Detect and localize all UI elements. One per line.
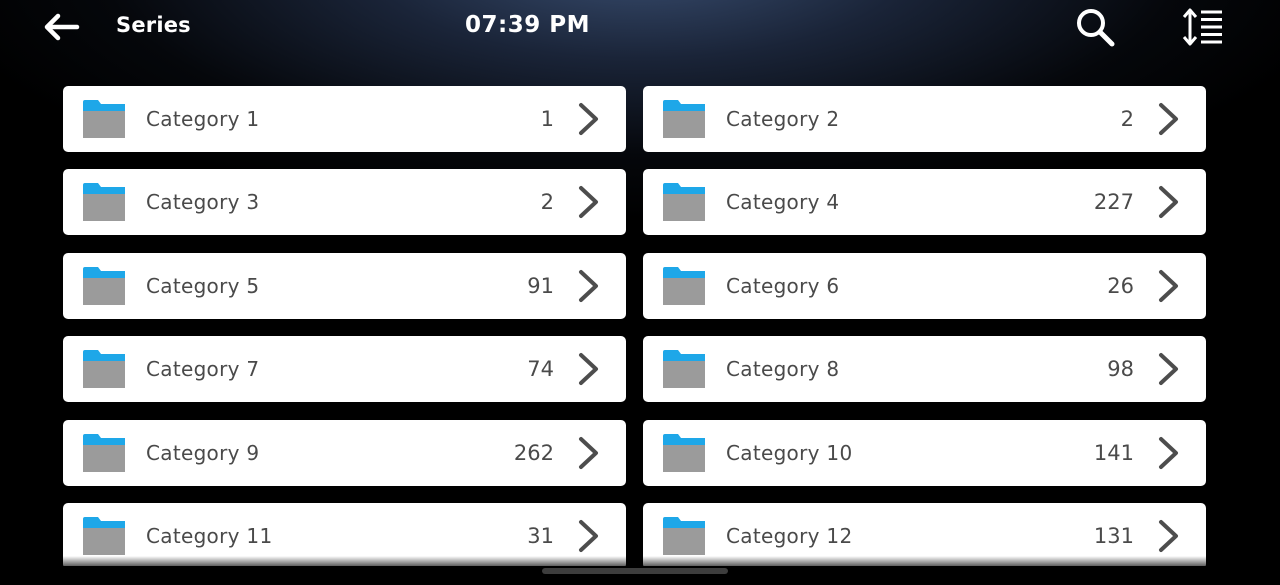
category-tile[interactable]: Category 5 91 [63, 253, 626, 319]
category-label: Category 6 [726, 274, 840, 298]
search-icon [1077, 9, 1115, 47]
folder-icon [83, 434, 125, 472]
folder-icon [83, 517, 125, 555]
category-label: Category 7 [146, 357, 260, 381]
category-tile[interactable]: Category 4 227 [643, 169, 1206, 235]
category-label: Category 3 [146, 190, 260, 214]
chevron-right-icon [1159, 437, 1178, 469]
scroll-indicator[interactable] [542, 568, 728, 574]
top-bar: Series 07:39 PM [0, 0, 1280, 56]
folder-icon [663, 517, 705, 555]
category-count: 141 [1093, 441, 1134, 465]
category-label: Category 2 [726, 107, 840, 131]
category-tile[interactable]: Category 2 2 [643, 86, 1206, 152]
category-count: 262 [513, 441, 554, 465]
category-count: 1 [540, 107, 554, 131]
chevron-right-icon [1159, 270, 1178, 302]
category-count: 2 [1120, 107, 1134, 131]
category-tile[interactable]: Category 7 74 [63, 336, 626, 402]
page-title: Series [116, 13, 191, 37]
series-screen: Series 07:39 PM Category 1 1 Category 2 … [0, 0, 1280, 585]
chevron-right-icon [1159, 186, 1178, 218]
category-label: Category 4 [726, 190, 840, 214]
clock: 07:39 PM [465, 12, 590, 38]
category-count: 91 [527, 274, 554, 298]
folder-icon [83, 350, 125, 388]
category-count: 98 [1107, 357, 1134, 381]
sort-button[interactable] [1178, 4, 1228, 50]
chevron-right-icon [579, 270, 598, 302]
category-tile[interactable]: Category 3 2 [63, 169, 626, 235]
chevron-right-icon [1159, 520, 1178, 552]
folder-icon [83, 183, 125, 221]
category-tile[interactable]: Category 1 1 [63, 86, 626, 152]
category-count: 227 [1093, 190, 1134, 214]
chevron-right-icon [579, 353, 598, 385]
back-button[interactable] [40, 8, 84, 46]
category-tile[interactable]: Category 10 141 [643, 420, 1206, 486]
category-label: Category 1 [146, 107, 260, 131]
category-tile[interactable]: Category 8 98 [643, 336, 1206, 402]
folder-icon [663, 267, 705, 305]
category-count: 2 [540, 190, 554, 214]
chevron-right-icon [579, 437, 598, 469]
chevron-right-icon [579, 520, 598, 552]
category-grid: Category 1 1 Category 2 2 Category 3 2 C… [63, 86, 1207, 566]
sort-list-icon [1182, 8, 1222, 46]
arrow-left-icon [44, 13, 80, 41]
chevron-right-icon [579, 103, 598, 135]
folder-icon [663, 100, 705, 138]
category-tile[interactable]: Category 9 262 [63, 420, 626, 486]
category-label: Category 10 [726, 441, 853, 465]
category-count: 74 [527, 357, 554, 381]
category-label: Category 8 [726, 357, 840, 381]
folder-icon [83, 100, 125, 138]
category-label: Category 5 [146, 274, 260, 298]
category-label: Category 9 [146, 441, 260, 465]
chevron-right-icon [1159, 353, 1178, 385]
folder-icon [83, 267, 125, 305]
folder-icon [663, 183, 705, 221]
folder-icon [663, 434, 705, 472]
category-tile[interactable]: Category 6 26 [643, 253, 1206, 319]
folder-icon [663, 350, 705, 388]
chevron-right-icon [579, 186, 598, 218]
search-button[interactable] [1071, 4, 1119, 50]
chevron-right-icon [1159, 103, 1178, 135]
category-count: 26 [1107, 274, 1134, 298]
